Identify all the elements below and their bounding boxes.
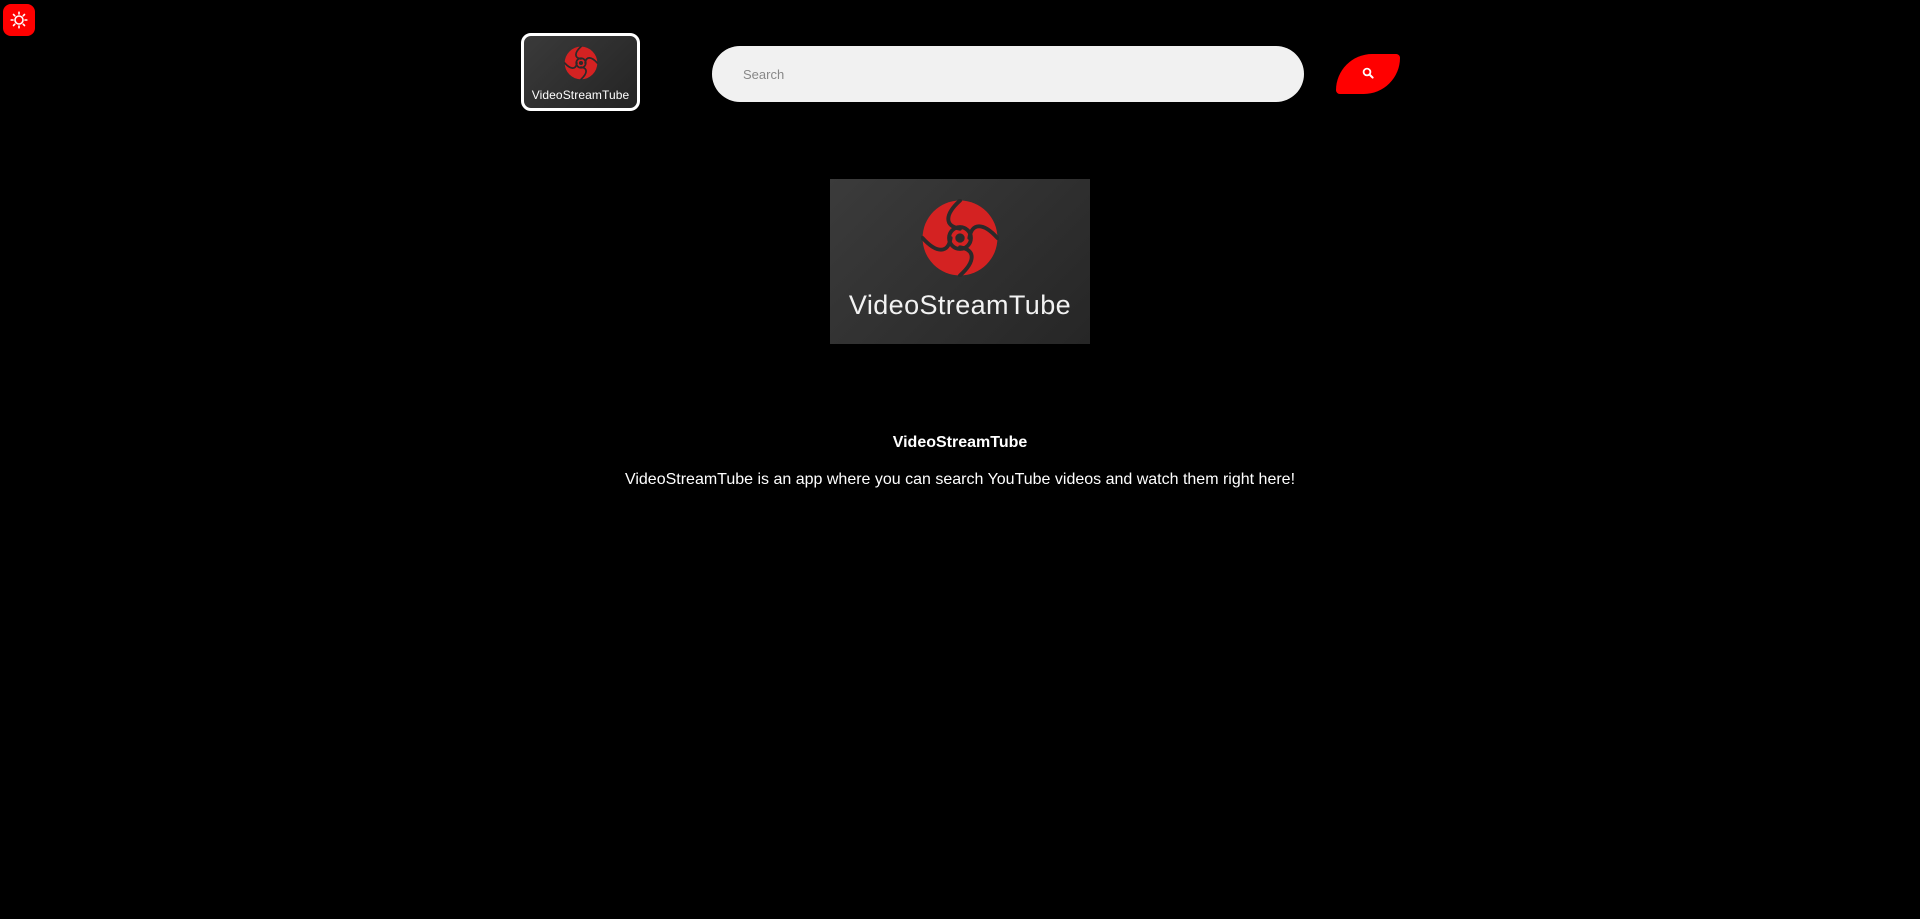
logo-label: VideoStreamTube [531,88,630,102]
search-icon [1362,67,1374,82]
hero-logo-image: VideoStreamTube [830,179,1090,344]
film-reel-icon [563,45,598,85]
hero-logo-label: VideoStreamTube [848,290,1072,320]
app-description: VideoStreamTube is an app where you can … [624,471,1296,488]
theme-toggle-button[interactable] [3,4,35,36]
page-title: VideoStreamTube [892,434,1028,451]
sun-icon [10,11,28,29]
film-reel-icon [920,198,1000,282]
search-button[interactable] [1336,54,1400,94]
home-logo-button[interactable]: VideoStreamTube [521,33,640,111]
search-input[interactable] [712,46,1304,102]
